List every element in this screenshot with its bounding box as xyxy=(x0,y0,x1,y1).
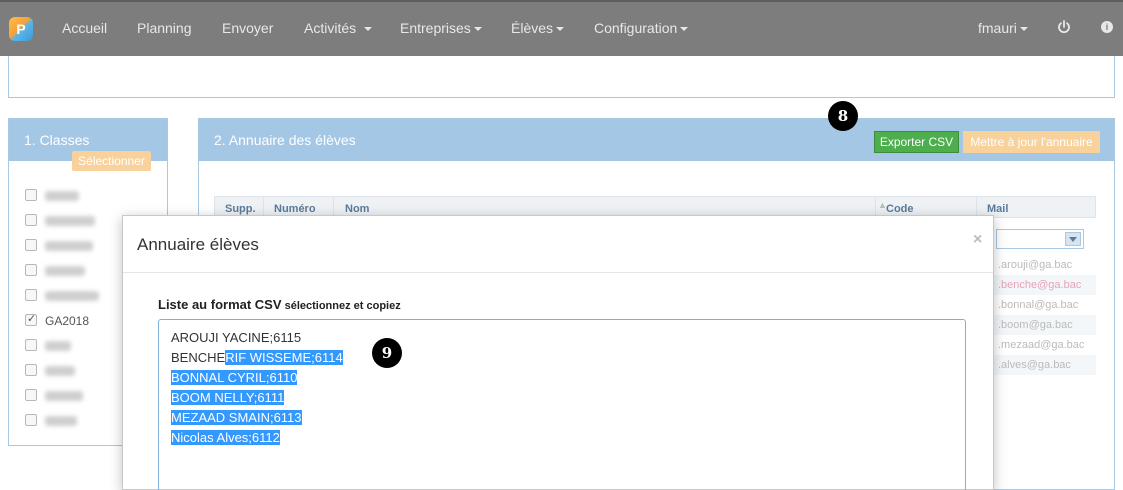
csv-line: Nicolas Alves;6112 xyxy=(171,428,953,448)
class-checkbox-checked[interactable] xyxy=(25,312,37,326)
csv-textarea[interactable]: AROUJI YACINE;6115 BENCHERIF WISSEME;611… xyxy=(158,319,966,490)
column-header-supp[interactable]: Supp. xyxy=(225,203,256,215)
class-label: GA2018 xyxy=(45,314,90,328)
class-checkbox[interactable] xyxy=(25,189,37,201)
csv-text: AROUJI YACINE;6115 xyxy=(171,330,302,345)
blurred-class-label xyxy=(45,266,85,276)
step-badge-9: 9 xyxy=(372,338,402,368)
class-checkbox[interactable] xyxy=(25,389,37,401)
chevron-down-icon[interactable] xyxy=(1065,232,1081,246)
nav-label: Accueil xyxy=(62,20,108,36)
class-item[interactable] xyxy=(25,188,155,204)
csv-selected-text: BONNAL CYRIL;6110 xyxy=(171,370,298,385)
top-panel xyxy=(8,56,1115,98)
csv-label: Liste au format CSV sélectionnez et copi… xyxy=(158,297,401,312)
top-navbar: P Accueil Planning Envoyer Activités Ent… xyxy=(0,0,1123,56)
user-menu[interactable]: fmauri xyxy=(978,20,1028,36)
csv-line: BONNAL CYRIL;6110 xyxy=(171,368,953,388)
nav-label: Entreprises xyxy=(400,20,471,36)
class-checkbox[interactable] xyxy=(25,214,37,226)
blurred-class-label xyxy=(45,291,99,301)
blurred-class-label xyxy=(45,241,93,251)
nav-item-envoyer[interactable]: Envoyer xyxy=(222,20,273,36)
chevron-down-icon xyxy=(473,27,482,32)
column-header-code[interactable]: Code xyxy=(886,203,914,215)
class-checkbox[interactable] xyxy=(25,264,37,276)
export-csv-button[interactable]: Exporter CSV xyxy=(874,131,959,153)
column-header-nom[interactable]: Nom xyxy=(345,203,369,215)
csv-selected-text: BOOM NELLY;6111 xyxy=(171,390,285,405)
nav-item-accueil[interactable]: Accueil xyxy=(62,20,107,36)
nav-label: Envoyer xyxy=(222,20,274,36)
nav-item-configuration[interactable]: Configuration xyxy=(594,20,689,36)
mail-filter-select[interactable] xyxy=(996,229,1084,249)
table-row-mail: .boom@ga.bac xyxy=(976,315,1096,335)
csv-line: BOOM NELLY;6111 xyxy=(171,388,953,408)
csv-selected-text: RIF WISSEME;6114 xyxy=(225,350,343,365)
blurred-class-label xyxy=(45,366,75,376)
select-classes-button[interactable]: Sélectionner xyxy=(72,151,151,171)
column-header-mail[interactable]: Mail xyxy=(987,203,1008,215)
nav-item-planning[interactable]: Planning xyxy=(137,20,192,36)
update-directory-button[interactable]: Mettre à jour l'annuaire xyxy=(963,131,1100,153)
table-row-mail: .bonnal@ga.bac xyxy=(998,299,1079,311)
info-icon[interactable]: i xyxy=(1101,21,1113,33)
close-icon[interactable]: × xyxy=(973,231,982,249)
csv-label-bold: Liste au format CSV xyxy=(158,297,282,312)
csv-modal: Annuaire élèves × Liste au format CSV sé… xyxy=(122,215,994,490)
csv-line: AROUJI YACINE;6115 xyxy=(171,328,953,348)
blurred-class-label xyxy=(45,341,71,351)
modal-title: Annuaire élèves xyxy=(137,235,259,254)
nav-label: Élèves xyxy=(511,20,554,36)
csv-label-hint: sélectionnez et copiez xyxy=(281,300,401,312)
class-checkbox[interactable] xyxy=(25,289,37,301)
csv-text: BENCHE xyxy=(171,350,226,365)
modal-divider xyxy=(123,272,993,273)
chevron-down-icon xyxy=(556,27,565,32)
chevron-down-icon xyxy=(680,27,689,32)
nav-item-eleves[interactable]: Élèves xyxy=(511,20,565,36)
nav-label: Configuration xyxy=(594,20,678,36)
class-checkbox[interactable] xyxy=(25,414,37,426)
app-logo-icon[interactable]: P xyxy=(9,17,33,41)
blurred-class-label xyxy=(45,391,83,401)
chevron-down-icon xyxy=(1019,27,1028,32)
class-checkbox[interactable] xyxy=(25,239,37,251)
chevron-down-icon xyxy=(364,27,373,32)
csv-selected-text: MEZAAD SMAIN;6113 xyxy=(171,410,302,425)
csv-line: MEZAAD SMAIN;6113 xyxy=(171,408,953,428)
nav-item-entreprises[interactable]: Entreprises xyxy=(400,20,482,36)
blurred-class-label xyxy=(45,216,95,226)
power-icon[interactable] xyxy=(1057,20,1071,34)
blurred-class-label xyxy=(45,416,77,426)
csv-line: BENCHERIF WISSEME;6114 xyxy=(171,348,953,368)
nav-item-activites[interactable]: Activités xyxy=(304,20,373,36)
table-row-mail: .mezaad@ga.bac xyxy=(998,339,1085,351)
blurred-class-label xyxy=(45,191,79,201)
column-header-numero[interactable]: Numéro xyxy=(274,203,316,215)
table-row-mail: .alves@ga.bac xyxy=(976,355,1096,375)
table-row-mail: .benche@ga.bac xyxy=(976,275,1096,295)
class-checkbox[interactable] xyxy=(25,339,37,351)
user-name: fmauri xyxy=(978,20,1017,36)
class-checkbox[interactable] xyxy=(25,364,37,376)
table-row-mail: .arouji@ga.bac xyxy=(998,259,1073,271)
csv-selected-text: Nicolas Alves;6112 xyxy=(171,430,280,445)
step-badge-8: 8 xyxy=(828,101,858,131)
nav-label: Planning xyxy=(137,20,192,36)
nav-label: Activités xyxy=(304,20,357,36)
